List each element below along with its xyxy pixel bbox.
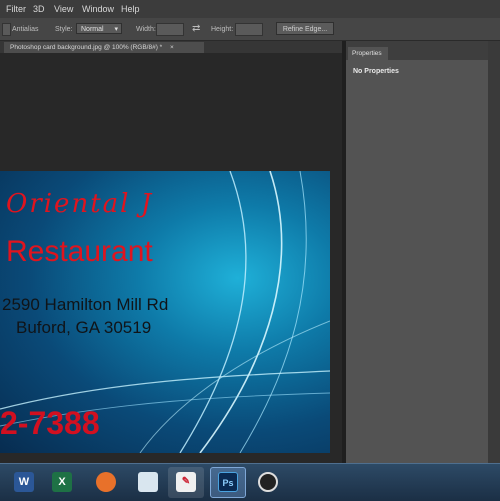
card-address-line2: Buford, GA 30519 (16, 318, 152, 337)
photoshop-icon[interactable]: Ps (218, 472, 238, 492)
refine-edge-button[interactable]: Refine Edge... (276, 22, 334, 35)
options-bar: Antialias Style: Normal ▾ Width: ⇄ Heigh… (0, 18, 500, 41)
firefox-icon[interactable] (96, 472, 116, 492)
excel-icon[interactable]: X (52, 472, 72, 492)
menu-filter[interactable]: Filter (6, 4, 26, 14)
menu-3d[interactable]: 3D (33, 4, 45, 14)
menu-help[interactable]: Help (121, 4, 140, 14)
width-input[interactable] (156, 23, 184, 36)
card-phone-number: 2-7388 (0, 405, 100, 441)
antialias-label: Antialias (12, 26, 39, 33)
word-icon[interactable]: W (14, 472, 34, 492)
chevron-down-icon: ▾ (114, 26, 118, 33)
card-restaurant-name-line2: Restaurant (6, 235, 153, 268)
close-icon[interactable]: × (170, 44, 174, 51)
style-label: Style: (55, 26, 73, 33)
document-tab-row: Photoshop card background.jpg @ 100% (RG… (0, 41, 342, 53)
card-restaurant-name-line1: Oriental J (6, 189, 154, 219)
notepad-icon[interactable] (138, 472, 158, 492)
width-label: Width: (136, 26, 156, 33)
panel-dock-strip (488, 41, 500, 463)
antialias-checkbox[interactable] (2, 23, 11, 36)
windows-taskbar: W X ✎ Ps (0, 463, 500, 501)
document-tab-title: Photoshop card background.jpg @ 100% (RG… (10, 44, 163, 51)
menu-view[interactable]: View (54, 4, 73, 14)
menu-bar: Filter 3D View Window Help (0, 0, 500, 18)
properties-message: No Properties (353, 68, 399, 75)
properties-panel-tabbar: Properties (346, 41, 500, 60)
style-select-value: Normal (81, 26, 104, 33)
obs-icon[interactable] (258, 472, 278, 492)
canvas-workspace[interactable]: Oriental J Restaurant 2590 Hamilton Mill… (0, 53, 342, 463)
height-input[interactable] (235, 23, 263, 36)
swap-icon[interactable]: ⇄ (192, 23, 200, 34)
properties-panel: Properties No Properties (346, 41, 500, 463)
document-tab[interactable]: Photoshop card background.jpg @ 100% (RG… (4, 42, 204, 53)
style-select[interactable]: Normal ▾ (76, 23, 122, 34)
menu-window[interactable]: Window (82, 4, 114, 14)
height-label: Height: (211, 26, 234, 33)
card-address-line1: 2590 Hamilton Mill Rd (2, 295, 169, 314)
business-card-image[interactable]: Oriental J Restaurant 2590 Hamilton Mill… (0, 171, 330, 453)
paint-icon[interactable]: ✎ (176, 472, 196, 492)
tab-properties[interactable]: Properties (348, 47, 388, 60)
